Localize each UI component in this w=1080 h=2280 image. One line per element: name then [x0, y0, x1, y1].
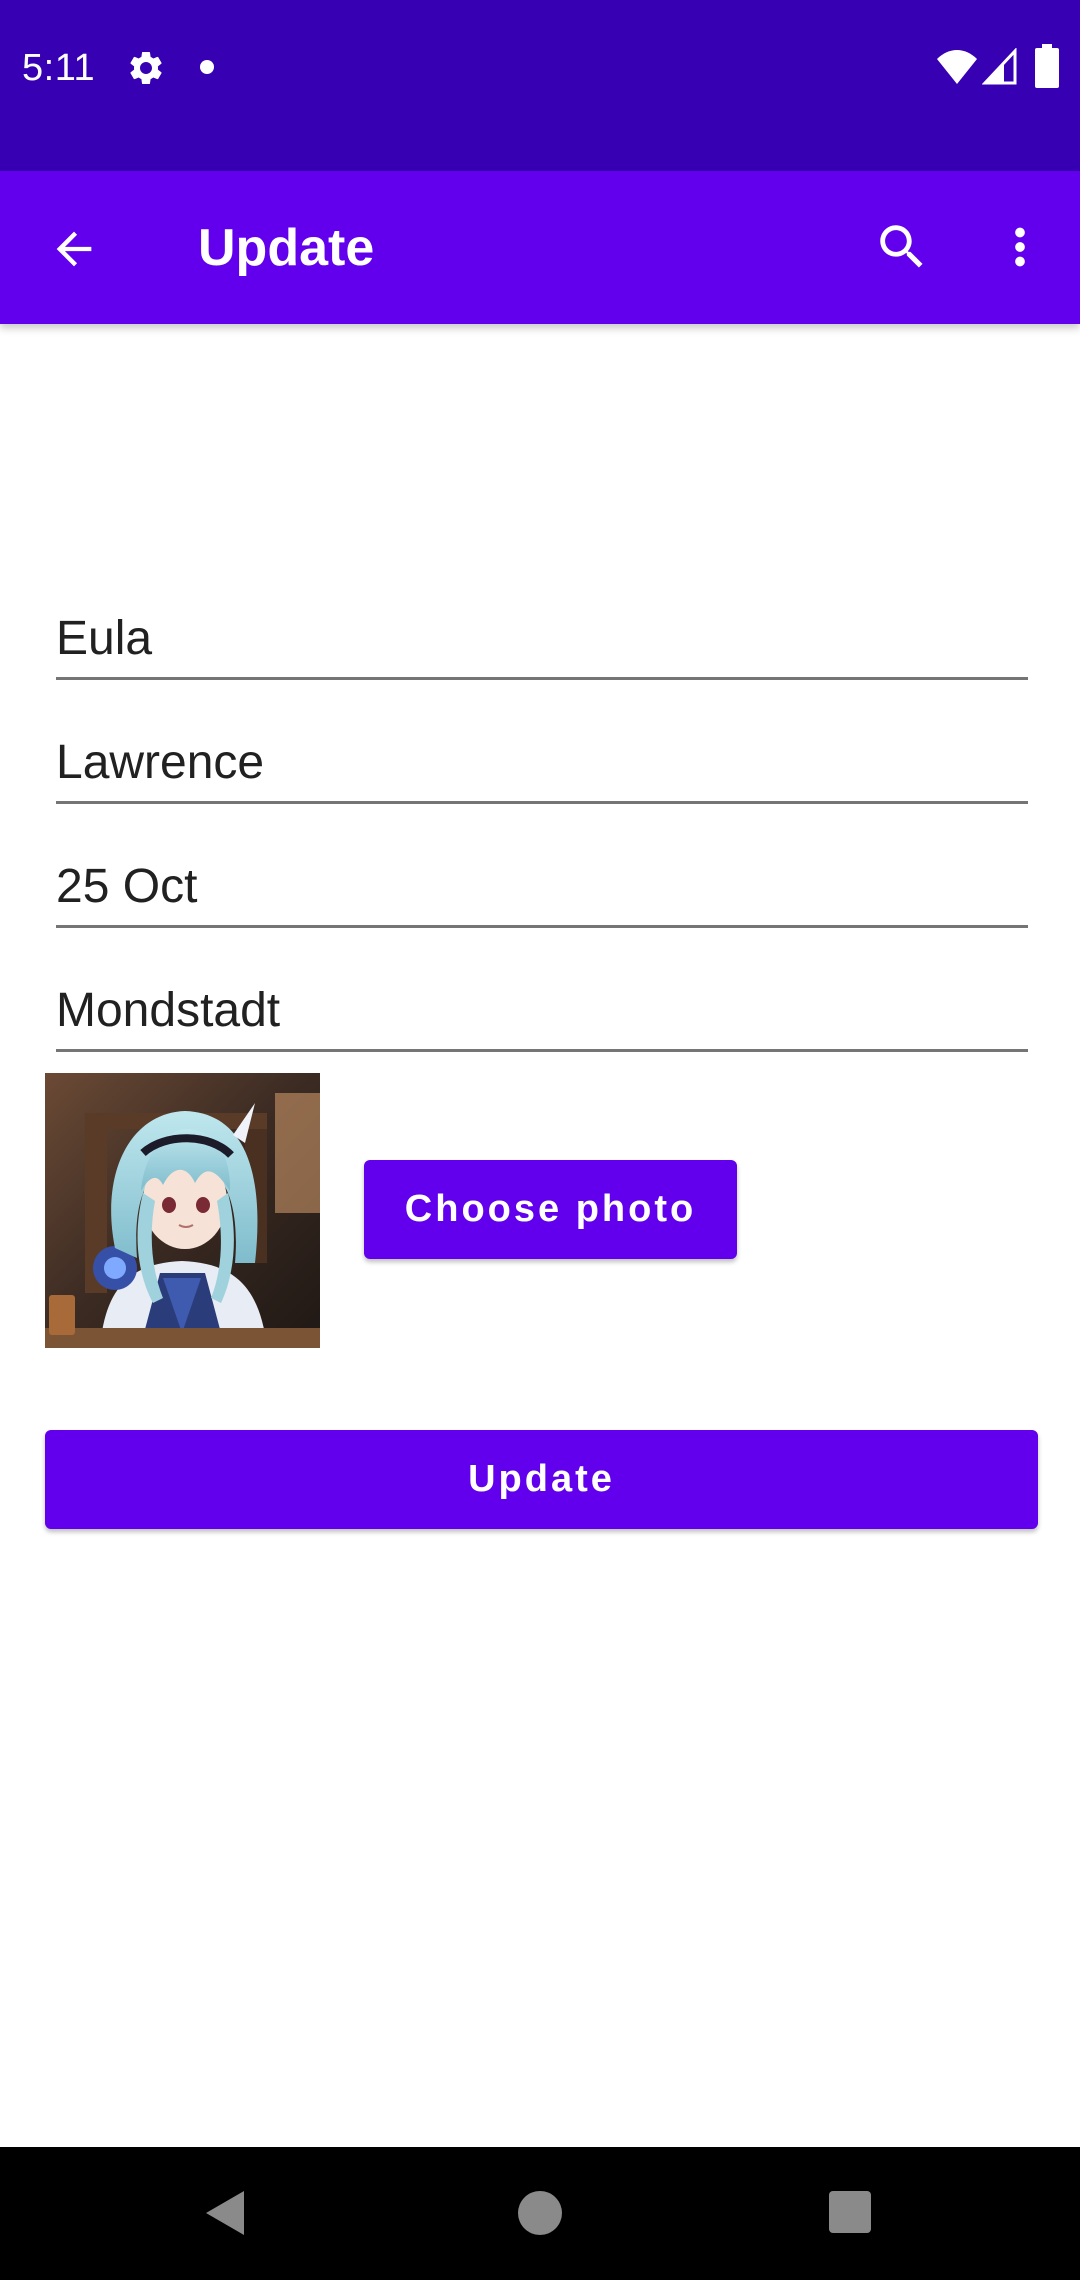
recents-square-icon[interactable] [829, 2191, 871, 2233]
search-icon [880, 225, 923, 268]
signal-icon [982, 48, 1017, 85]
notification-dot-icon [200, 60, 214, 74]
gear-icon [130, 52, 162, 84]
status-time: 5:11 [22, 47, 96, 89]
back-triangle-icon[interactable] [200, 2187, 252, 2239]
system-nav-bar [0, 2147, 1080, 2280]
first-name-field[interactable]: Eula [56, 590, 1028, 680]
wifi-icon [937, 50, 977, 84]
status-bar: 5:11 [0, 0, 1080, 171]
birthday-field[interactable]: 25 Oct [56, 838, 1028, 928]
app-bar: Update [0, 171, 1080, 324]
back-button[interactable] [38, 213, 110, 285]
birthday-value: 25 Oct [56, 860, 198, 913]
region-field[interactable]: Mondstadt [56, 962, 1028, 1052]
character-portrait-image [45, 1073, 320, 1348]
search-button[interactable] [866, 211, 938, 283]
home-circle-icon[interactable] [518, 2191, 562, 2235]
last-name-field[interactable]: Lawrence [56, 714, 1028, 804]
first-name-value: Eula [56, 612, 153, 665]
battery-icon [1035, 44, 1059, 88]
page-title: Update [198, 219, 375, 277]
arrow-back-icon [56, 231, 92, 267]
last-name-value: Lawrence [56, 736, 265, 789]
more-vert-icon [1015, 227, 1025, 267]
choose-photo-button[interactable]: Choose photo [364, 1160, 737, 1259]
more-options-button[interactable] [984, 211, 1056, 283]
region-value: Mondstadt [56, 984, 281, 1037]
update-button[interactable]: Update [45, 1430, 1038, 1529]
